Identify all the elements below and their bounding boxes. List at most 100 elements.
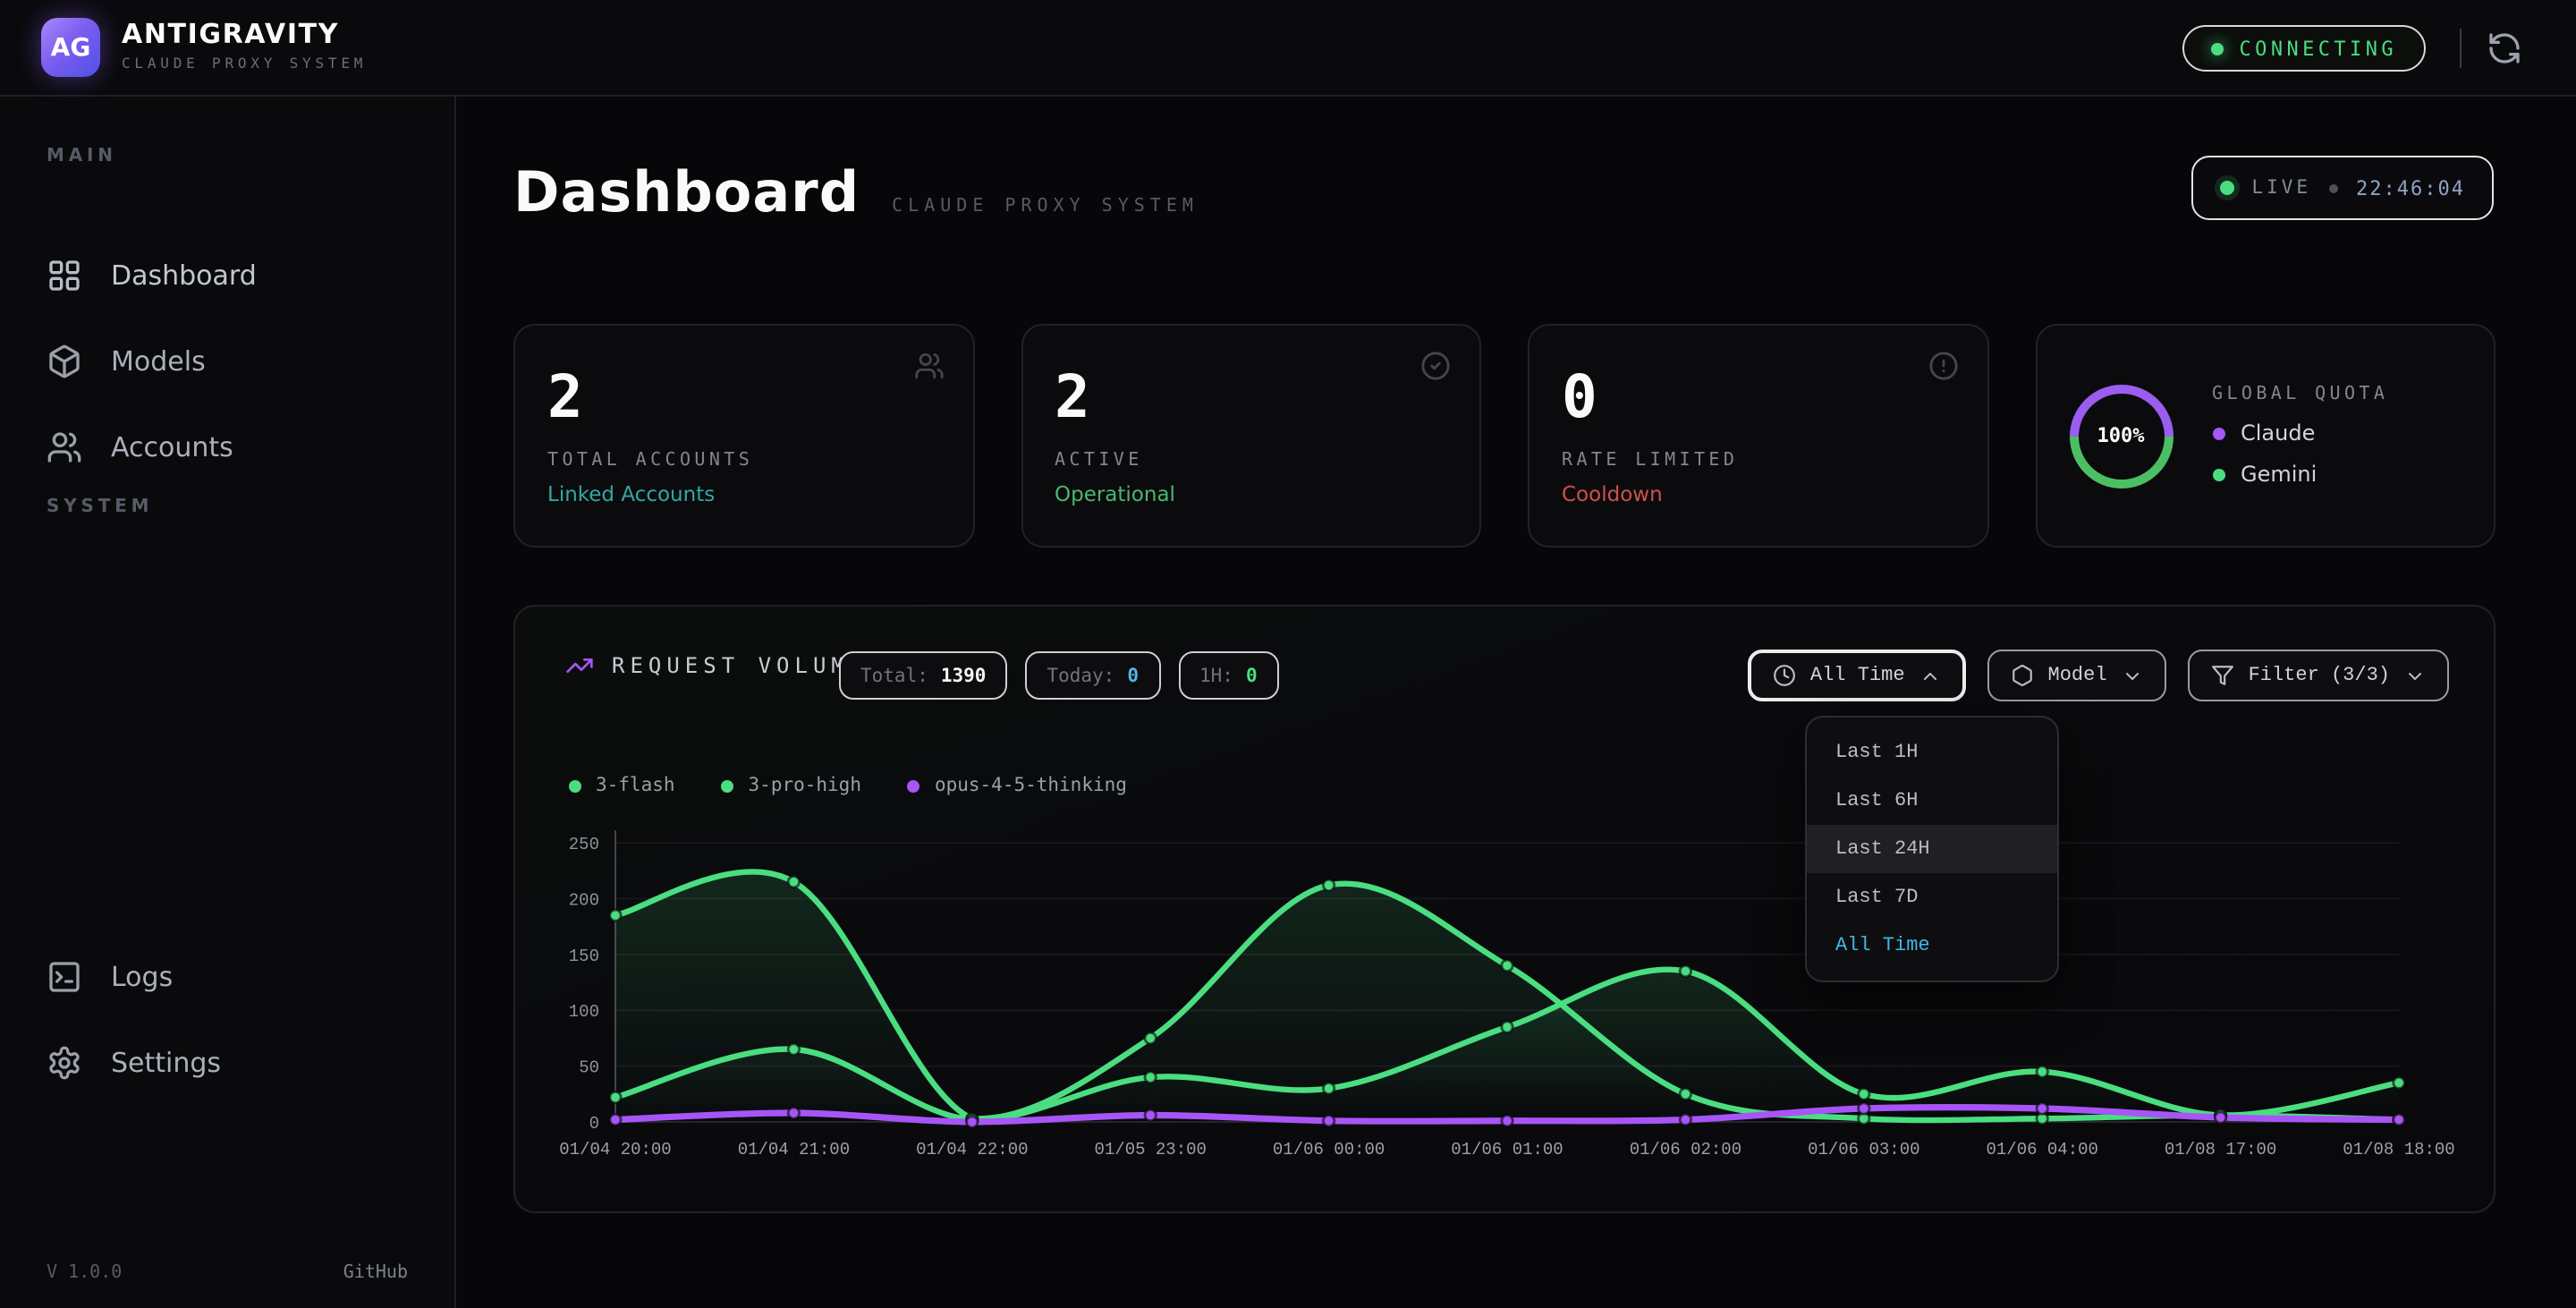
stat-value: 2 xyxy=(547,365,940,430)
funnel-icon xyxy=(2211,664,2234,687)
sidebar: MAIN Dashboard Models xyxy=(0,97,456,1308)
refresh-button[interactable] xyxy=(2487,30,2522,66)
card-rate-limited: 0 RATE LIMITED Cooldown xyxy=(1528,324,1988,548)
svg-text:01/05 23:00: 01/05 23:00 xyxy=(1094,1140,1206,1159)
series-dot-icon xyxy=(908,779,920,792)
svg-text:01/04 21:00: 01/04 21:00 xyxy=(738,1140,850,1159)
app-version: V 1.0.0 xyxy=(47,1263,122,1283)
svg-text:01/04 20:00: 01/04 20:00 xyxy=(559,1140,671,1159)
quota-legend-label: Claude xyxy=(2241,420,2315,446)
claude-dot-icon xyxy=(2212,427,2224,439)
sidebar-item-dashboard[interactable]: Dashboard xyxy=(18,238,438,313)
refresh-icon xyxy=(2487,30,2522,66)
sidebar-item-label: Dashboard xyxy=(111,259,257,292)
users-group-icon xyxy=(913,351,944,381)
card-global-quota: 100% GLOBAL QUOTA Claude Gemini xyxy=(2035,324,2496,548)
total-requests-badge: Total: 1390 xyxy=(839,651,1007,700)
connection-status-badge: CONNECTING xyxy=(2182,25,2426,72)
app-root: AG ANTIGRAVITY CLAUDE PROXY SYSTEM CONNE… xyxy=(0,0,2576,1308)
legend-opus-4-5-thinking: opus-4-5-thinking xyxy=(908,775,1127,796)
svg-text:01/06 03:00: 01/06 03:00 xyxy=(1808,1140,1919,1159)
sidebar-item-label: Models xyxy=(111,345,206,378)
stat-label: TOTAL ACCOUNTS xyxy=(547,452,940,471)
menu-item-last-1h[interactable]: Last 1H xyxy=(1807,728,2057,777)
model-dropdown-value: Model xyxy=(2048,665,2107,686)
svg-text:100: 100 xyxy=(569,1002,599,1022)
svg-text:01/06 01:00: 01/06 01:00 xyxy=(1451,1140,1563,1159)
users-icon xyxy=(47,429,82,465)
svg-text:150: 150 xyxy=(569,947,599,966)
sidebar-item-label: Logs xyxy=(111,961,173,993)
badge-value: 0 xyxy=(1127,665,1139,686)
header-divider xyxy=(2460,29,2462,68)
svg-text:01/08 17:00: 01/08 17:00 xyxy=(2165,1140,2276,1159)
badge-label: Today: xyxy=(1046,665,1114,686)
stat-label: RATE LIMITED xyxy=(1562,452,1954,471)
badge-value: 0 xyxy=(1246,665,1258,686)
stat-value: 2 xyxy=(1055,365,1447,430)
series-dot-icon xyxy=(722,779,734,792)
menu-item-last-24h[interactable]: Last 24H xyxy=(1807,825,2057,873)
badge-label: 1H: xyxy=(1199,665,1233,686)
brand-name: ANTIGRAVITY xyxy=(122,18,367,50)
model-dropdown[interactable]: Model xyxy=(1987,650,2166,701)
top-bar: AG ANTIGRAVITY CLAUDE PROXY SYSTEM CONNE… xyxy=(0,0,2576,97)
main-content: Dashboard CLAUDE PROXY SYSTEM LIVE 22:46… xyxy=(456,97,2576,1308)
svg-text:50: 50 xyxy=(579,1058,599,1078)
check-circle-icon xyxy=(1420,351,1451,381)
stat-cards-row: 2 TOTAL ACCOUNTS Linked Accounts 2 ACTIV… xyxy=(513,324,2496,548)
box-icon xyxy=(47,344,82,379)
chevron-down-icon xyxy=(2122,665,2143,686)
brand-subtitle: CLAUDE PROXY SYSTEM xyxy=(122,55,367,72)
live-status-badge: LIVE 22:46:04 xyxy=(2190,156,2494,220)
sidebar-section-main: MAIN xyxy=(47,147,454,166)
github-link[interactable]: GitHub xyxy=(343,1263,408,1283)
sidebar-section-system: SYSTEM xyxy=(47,497,454,517)
terminal-icon xyxy=(47,959,82,995)
sidebar-item-models[interactable]: Models xyxy=(18,324,438,399)
request-volume-chart: 05010015020025001/04 20:0001/04 21:0001/… xyxy=(538,816,2470,1183)
clock-value: 22:46:04 xyxy=(2356,176,2465,200)
sidebar-item-label: Accounts xyxy=(111,431,233,463)
sidebar-item-logs[interactable]: Logs xyxy=(18,939,438,1015)
svg-text:01/08 18:00: 01/08 18:00 xyxy=(2343,1140,2454,1159)
menu-item-all-time[interactable]: All Time xyxy=(1807,922,2057,970)
stat-sub-label: Cooldown xyxy=(1562,482,1954,507)
time-range-dropdown[interactable]: All Time xyxy=(1748,650,1966,701)
today-requests-badge: Today: 0 xyxy=(1025,651,1160,700)
time-range-menu: Last 1H Last 6H Last 24H Last 7D All Tim… xyxy=(1805,716,2059,982)
quota-label: GLOBAL QUOTA xyxy=(2212,385,2388,404)
card-total-accounts: 2 TOTAL ACCOUNTS Linked Accounts xyxy=(513,324,974,548)
badge-label: Total: xyxy=(860,665,928,686)
page-subtitle: CLAUDE PROXY SYSTEM xyxy=(892,197,1199,217)
svg-text:01/06 00:00: 01/06 00:00 xyxy=(1273,1140,1385,1159)
svg-text:200: 200 xyxy=(569,890,599,910)
clock-icon xyxy=(1773,664,1796,687)
quota-percent: 100% xyxy=(2078,393,2164,479)
page-title: Dashboard xyxy=(513,161,860,225)
quota-legend-label: Gemini xyxy=(2241,462,2317,487)
chart-legend: 3-flash 3-pro-high opus-4-5-thinking xyxy=(569,775,1127,796)
svg-text:01/04 22:00: 01/04 22:00 xyxy=(916,1140,1028,1159)
filter-dropdown[interactable]: Filter (3/3) xyxy=(2188,650,2449,701)
request-volume-panel: REQUEST VOLUME Total: 1390 Today: 0 1H: … xyxy=(513,605,2496,1213)
sidebar-item-accounts[interactable]: Accounts xyxy=(18,410,438,485)
menu-item-last-6h[interactable]: Last 6H xyxy=(1807,777,2057,825)
badge-value: 1390 xyxy=(941,665,987,686)
svg-text:01/06 04:00: 01/06 04:00 xyxy=(1986,1140,2097,1159)
hour-requests-badge: 1H: 0 xyxy=(1178,651,1279,700)
menu-item-last-7d[interactable]: Last 7D xyxy=(1807,873,2057,922)
legend-3-flash: 3-flash xyxy=(569,775,675,796)
legend-label: opus-4-5-thinking xyxy=(935,775,1127,796)
legend-label: 3-pro-high xyxy=(749,775,861,796)
panel-title: REQUEST VOLUME xyxy=(612,653,868,678)
quota-legend-claude: Claude xyxy=(2212,420,2388,446)
sidebar-item-settings[interactable]: Settings xyxy=(18,1025,438,1100)
live-dot-icon xyxy=(2219,181,2233,195)
alert-circle-icon xyxy=(1928,351,1958,381)
status-dot-icon xyxy=(2211,42,2224,55)
svg-text:0: 0 xyxy=(589,1114,599,1134)
legend-label: 3-flash xyxy=(596,775,675,796)
stat-label: ACTIVE xyxy=(1055,452,1447,471)
stat-sub-label: Operational xyxy=(1055,482,1447,507)
